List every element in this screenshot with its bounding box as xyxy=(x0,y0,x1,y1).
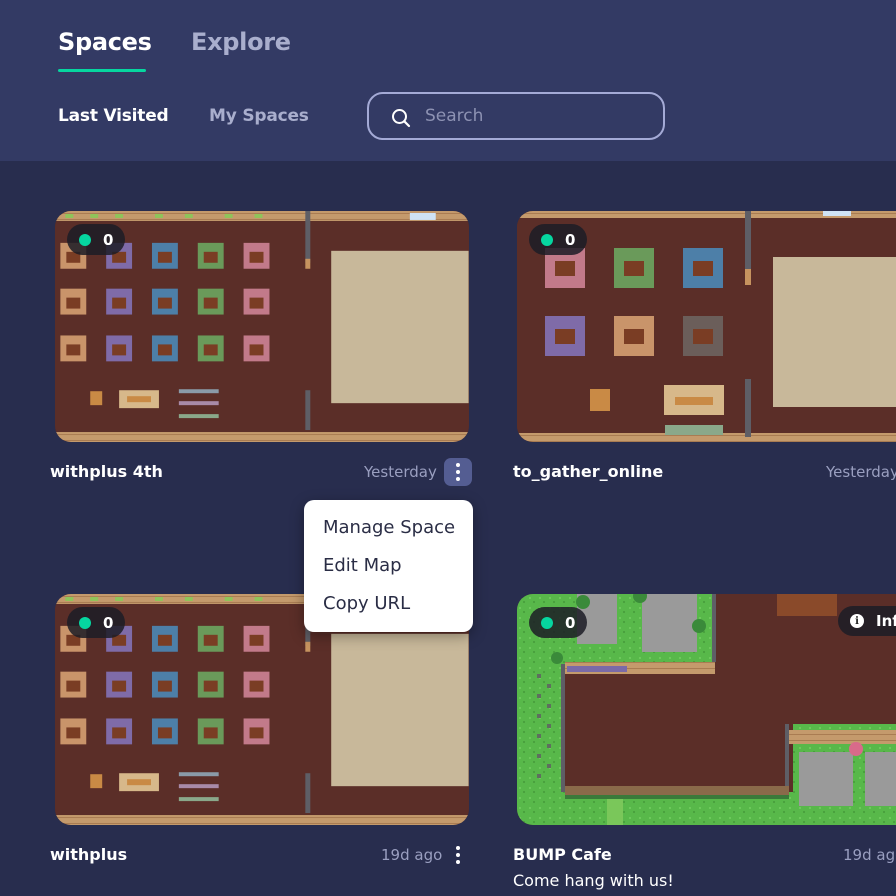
search-input[interactable] xyxy=(425,102,645,130)
more-options-button[interactable] xyxy=(444,458,472,486)
menu-item-copy-url[interactable]: Copy URL xyxy=(323,593,410,614)
last-visited-time: Yesterday xyxy=(826,463,896,481)
online-count: 0 xyxy=(565,613,576,632)
space-title[interactable]: BUMP Cafe xyxy=(513,845,612,864)
tab-explore[interactable]: Explore xyxy=(191,28,291,56)
online-count-badge: 0 xyxy=(529,224,587,255)
menu-item-manage-space[interactable]: Manage Space xyxy=(323,517,455,538)
space-title[interactable]: to_gather_online xyxy=(513,462,663,481)
search-icon xyxy=(392,109,411,128)
online-count-badge: 0 xyxy=(529,607,587,638)
menu-item-edit-map[interactable]: Edit Map xyxy=(323,555,402,576)
online-status-dot xyxy=(541,616,553,629)
tab-spaces[interactable]: Spaces xyxy=(58,28,152,56)
active-tab-indicator xyxy=(58,69,146,72)
space-title[interactable]: withplus 4th xyxy=(50,462,163,481)
subtab-my-spaces[interactable]: My Spaces xyxy=(209,106,309,126)
kebab-dot-icon xyxy=(456,846,460,850)
header: Spaces Explore Last Visited My Spaces xyxy=(0,0,896,161)
online-count: 0 xyxy=(103,230,114,249)
space-thumbnail[interactable]: 0 xyxy=(55,211,469,442)
info-label: Info xyxy=(876,612,896,630)
last-visited-time: Yesterday xyxy=(364,463,437,481)
kebab-dot-icon xyxy=(456,853,460,857)
online-count: 0 xyxy=(103,613,114,632)
space-thumbnail[interactable]: 0 xyxy=(517,211,896,442)
subtab-last-visited[interactable]: Last Visited xyxy=(58,106,169,126)
kebab-dot-icon xyxy=(456,477,460,481)
kebab-dot-icon xyxy=(456,860,460,864)
online-status-dot xyxy=(79,233,91,246)
online-count: 0 xyxy=(565,230,576,249)
context-menu: Manage Space Edit Map Copy URL xyxy=(304,500,473,632)
more-options-button[interactable] xyxy=(444,841,472,869)
online-status-dot xyxy=(541,233,553,246)
last-visited-time: 19d ago xyxy=(381,846,443,864)
online-count-badge: 0 xyxy=(67,607,125,638)
online-count-badge: 0 xyxy=(67,224,125,255)
info-button[interactable]: i Info xyxy=(838,606,896,636)
last-visited-time: 19d ago xyxy=(843,846,896,864)
online-status-dot xyxy=(79,616,91,629)
kebab-dot-icon xyxy=(456,463,460,467)
space-description: Come hang with us! xyxy=(513,871,674,890)
info-icon: i xyxy=(850,614,864,628)
kebab-dot-icon xyxy=(456,470,460,474)
space-title[interactable]: withplus xyxy=(50,845,127,864)
search-box[interactable] xyxy=(367,92,665,140)
